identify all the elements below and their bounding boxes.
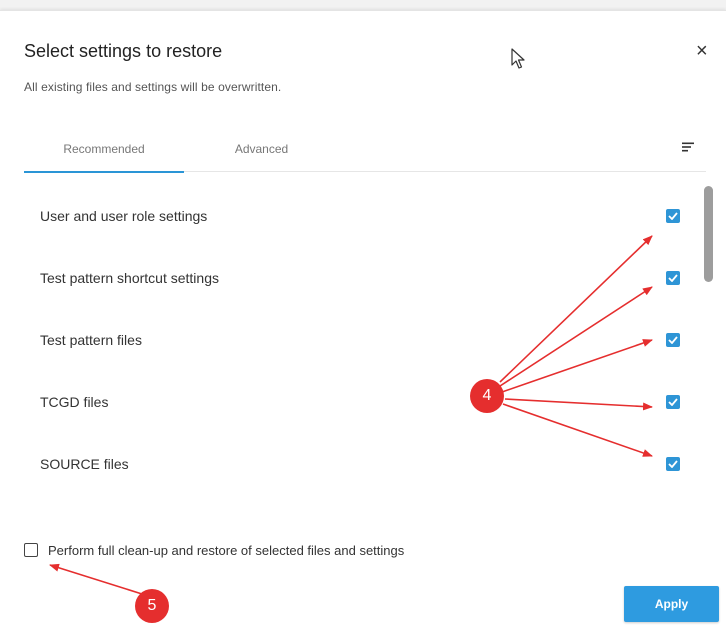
check-icon <box>668 336 678 344</box>
setting-label: SOURCE files <box>40 456 129 472</box>
check-icon <box>668 274 678 282</box>
setting-checkbox[interactable] <box>666 271 680 285</box>
dialog-title: Select settings to restore <box>24 41 223 61</box>
cleanup-label: Perform full clean-up and restore of sel… <box>48 543 405 558</box>
cursor-icon <box>511 48 525 69</box>
list-item: Test pattern shortcut settings <box>0 248 700 310</box>
setting-checkbox[interactable] <box>666 395 680 409</box>
check-icon <box>668 460 678 468</box>
setting-label: Test pattern files <box>40 332 142 348</box>
annotation-callout-5: 5 <box>135 589 169 623</box>
setting-label: TCGD files <box>40 394 109 410</box>
check-icon <box>668 398 678 406</box>
setting-label: User and user role settings <box>40 208 208 224</box>
list-item: Test pattern files <box>0 310 700 372</box>
tab-bar: Recommended Advanced <box>24 128 706 173</box>
setting-label: Test pattern shortcut settings <box>40 270 219 286</box>
cleanup-checkbox[interactable] <box>24 543 38 557</box>
dialog-subtitle: All existing files and settings will be … <box>24 80 282 94</box>
sort-icon[interactable] <box>681 141 695 153</box>
check-icon <box>668 212 678 220</box>
list-item: SOURCE files <box>0 434 700 496</box>
list-item: User and user role settings <box>0 186 700 248</box>
setting-checkbox[interactable] <box>666 333 680 347</box>
list-item: TCGD files <box>0 372 700 434</box>
setting-checkbox[interactable] <box>666 209 680 223</box>
settings-list: User and user role settings Test pattern… <box>0 186 726 498</box>
tab-recommended[interactable]: Recommended <box>24 128 184 173</box>
apply-button[interactable]: Apply <box>624 586 719 622</box>
tab-advanced[interactable]: Advanced <box>184 128 339 172</box>
annotation-callout-4: 4 <box>470 379 504 413</box>
scrollbar-thumb[interactable] <box>704 186 713 282</box>
setting-checkbox[interactable] <box>666 457 680 471</box>
close-icon[interactable]: × <box>696 41 708 61</box>
